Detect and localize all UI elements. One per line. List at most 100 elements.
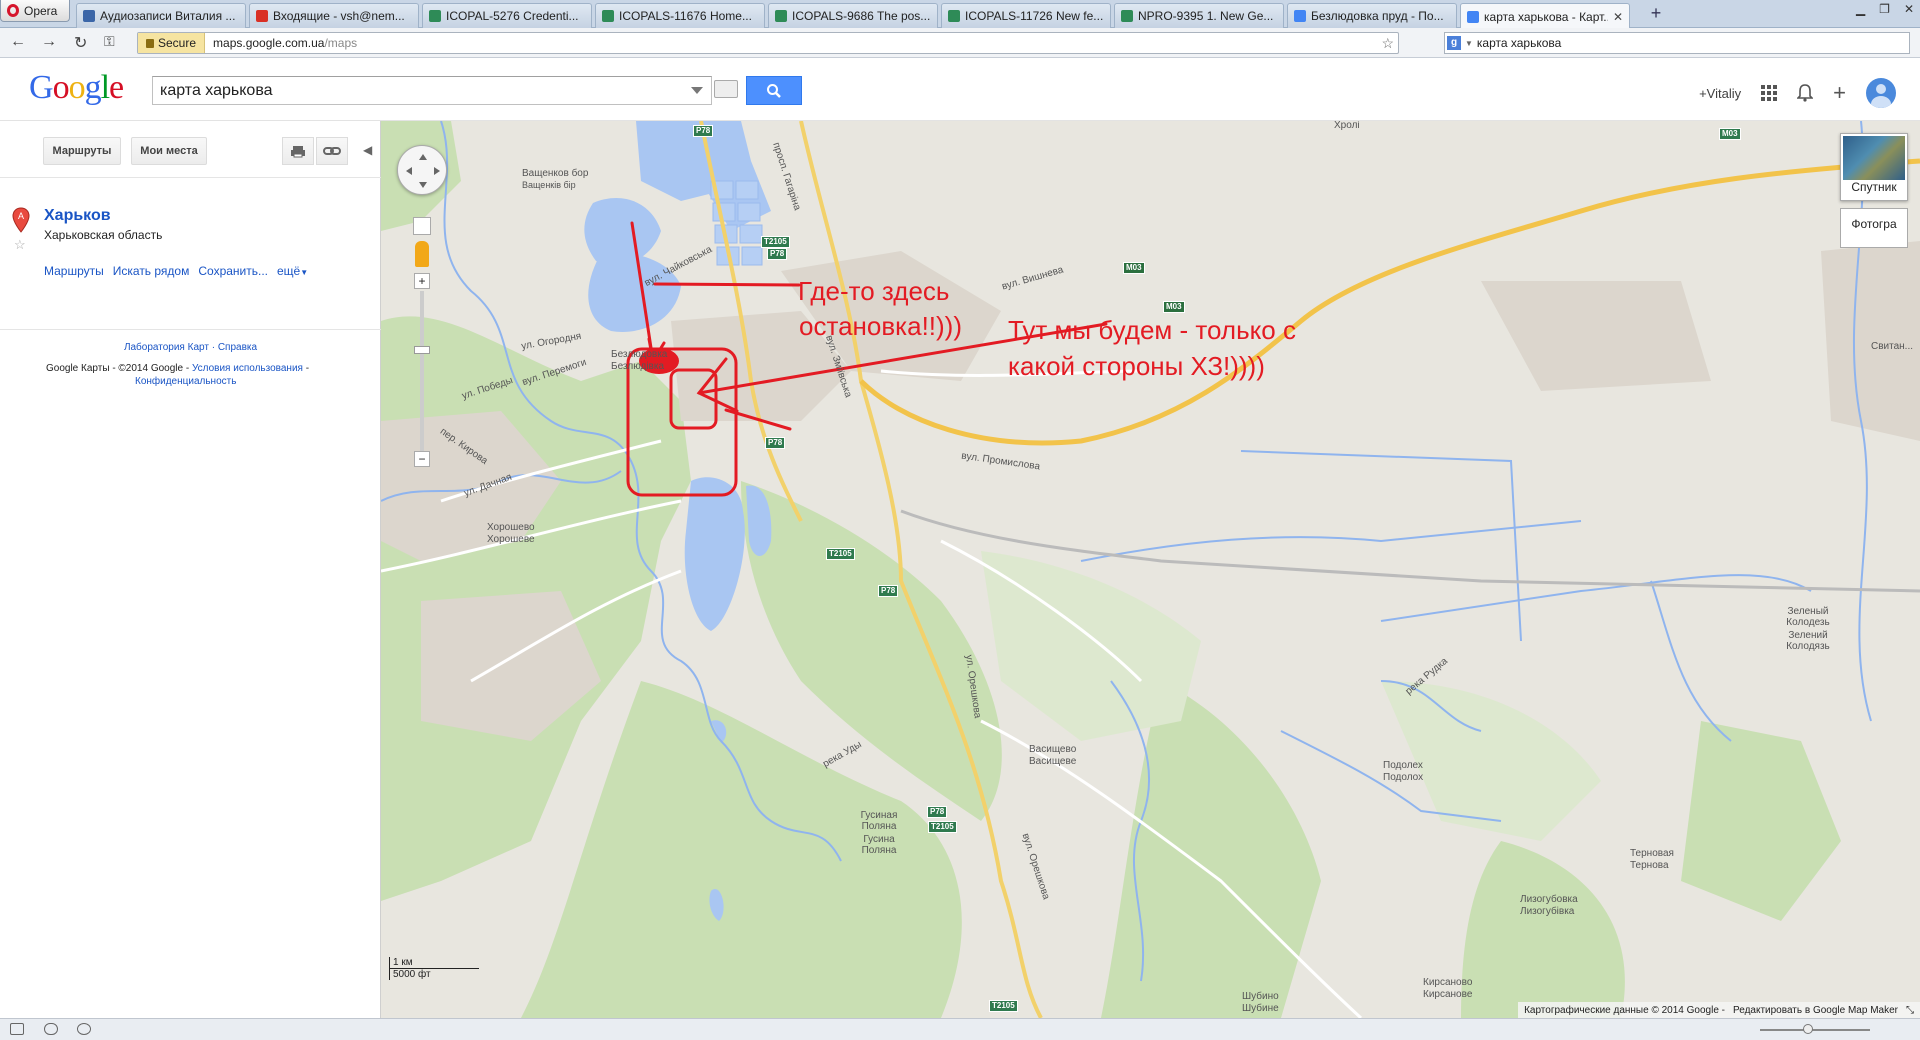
close-window-icon[interactable]: ✕ — [1904, 2, 1914, 16]
search-icon — [767, 83, 781, 98]
browser-search-field[interactable]: g ▼ карта харькова — [1444, 32, 1910, 54]
map-label: Лизогубовка — [1520, 894, 1578, 905]
road-shield: T2105 — [826, 548, 855, 560]
secure-badge[interactable]: Secure — [138, 33, 206, 53]
privacy-link[interactable]: Конфиденциальность — [135, 376, 236, 387]
pegman-icon[interactable] — [415, 241, 429, 267]
tab-favicon-icon — [1121, 10, 1133, 22]
map-label: Шубино — [1242, 991, 1279, 1002]
share-plus-icon[interactable]: + — [1833, 82, 1846, 104]
satellite-toggle[interactable]: Спутник — [1840, 133, 1908, 201]
result-subtitle: Харьковская область — [44, 228, 163, 242]
scale-bar: 1 км 5000 фт — [389, 957, 479, 980]
speed-icon[interactable] — [77, 1023, 91, 1035]
tab-title: карта харькова - Карт... — [1484, 9, 1608, 24]
tab-favicon-icon — [1467, 10, 1479, 23]
search-history-dropdown-icon[interactable] — [691, 87, 703, 94]
map-label: Ващенков бор — [522, 168, 589, 179]
zoom-track[interactable] — [420, 291, 424, 451]
pan-control[interactable] — [397, 145, 447, 195]
satellite-label: Спутник — [1851, 180, 1897, 194]
page-zoom-slider[interactable] — [1760, 1029, 1870, 1031]
road-shield: T2105 — [928, 821, 957, 833]
center-location-icon[interactable] — [413, 217, 431, 235]
print-icon[interactable] — [282, 137, 314, 165]
footer-legal: Google Карты - ©2014 Google - Условия ис… — [46, 363, 310, 387]
browser-tab[interactable]: ICOPALS-9686 The pos... — [768, 3, 938, 28]
google-plus-profile-link[interactable]: +Vitaliy — [1699, 86, 1741, 101]
footer-help-links[interactable]: Лаборатория Карт · Справка — [0, 342, 381, 353]
map-layer — [381, 121, 1920, 1018]
expand-icon[interactable]: ⤡ — [1906, 1005, 1914, 1016]
satellite-thumbnail — [1843, 136, 1905, 180]
forward-icon[interactable]: → — [41, 33, 57, 51]
footer-brand: Google Карты — [46, 363, 110, 374]
zoom-in-button[interactable]: + — [414, 273, 430, 289]
new-tab-button[interactable]: + — [1645, 4, 1667, 24]
key-icon[interactable]: ⚿ — [104, 33, 115, 50]
browser-tab[interactable]: Безлюдовка пруд - По... — [1287, 3, 1457, 28]
browser-tab[interactable]: ICOPALS-11726 New fe... — [941, 3, 1111, 28]
routes-button[interactable]: Маршруты — [43, 137, 121, 165]
photos-label: Фотогра — [1851, 217, 1897, 231]
chevron-down-icon: ▼ — [300, 268, 309, 277]
minimize-icon[interactable]: ▁ — [1856, 2, 1865, 16]
back-icon[interactable]: ← — [10, 33, 26, 51]
restore-icon[interactable]: ❐ — [1879, 2, 1890, 16]
result-routes-link[interactable]: Маршруты — [44, 264, 104, 278]
map-label: Гусиная Поляна — [860, 810, 898, 832]
browser-tab[interactable]: NPRO-9395 1. New Ge... — [1114, 3, 1284, 28]
panel-toggle-icon[interactable] — [10, 1023, 24, 1035]
save-star-icon[interactable]: ☆ — [14, 237, 26, 253]
reload-icon[interactable]: ↻ — [74, 33, 87, 53]
search-engine-icon[interactable]: g — [1447, 36, 1461, 50]
map-label: Ващенків бір — [522, 180, 576, 190]
google-logo[interactable]: Google — [29, 69, 124, 107]
map-label: Хролі — [1334, 121, 1360, 131]
opera-menu-button[interactable]: Opera — [0, 0, 70, 22]
apps-grid-icon[interactable] — [1761, 85, 1778, 101]
terms-link[interactable]: Условия использования — [192, 363, 303, 374]
close-tab-icon[interactable]: ✕ — [1613, 10, 1623, 24]
map-label: Зелений Колодязь — [1786, 630, 1830, 652]
url-text: maps.google.com.ua/maps — [205, 36, 357, 50]
divider — [0, 329, 381, 330]
map-canvas[interactable]: Ващенков бор Ващенків бір Безлюдовка Без… — [381, 121, 1920, 1018]
tab-title: NPRO-9395 1. New Ge... — [1138, 9, 1274, 23]
bookmark-star-icon[interactable]: ☆ — [1381, 35, 1394, 52]
result-title[interactable]: Харьков — [44, 207, 111, 225]
more-menu[interactable]: ещё▼ — [277, 264, 308, 278]
address-field[interactable]: Secure maps.google.com.ua/maps ☆ — [137, 32, 1399, 54]
scale-km: 1 км — [389, 957, 479, 969]
link-icon[interactable] — [316, 137, 348, 165]
notifications-bell-icon[interactable] — [1797, 84, 1814, 102]
opera-logo-icon — [7, 4, 19, 17]
avatar[interactable] — [1866, 78, 1896, 108]
pan-arrows-icon — [406, 154, 440, 188]
keyboard-icon[interactable] — [714, 80, 738, 98]
browser-tab[interactable]: ICOPALS-11676 Home... — [595, 3, 765, 28]
collapse-panel-icon[interactable]: ◀ — [363, 143, 372, 157]
page-zoom-handle[interactable] — [1803, 1024, 1813, 1034]
scale-ft: 5000 фт — [389, 969, 449, 980]
maps-search-button[interactable] — [746, 76, 802, 105]
map-maker-link[interactable]: Редактировать в Google Map Maker — [1733, 1005, 1898, 1016]
map-label: Хорошево — [487, 522, 535, 533]
maps-search-input[interactable]: карта харькова — [152, 76, 712, 105]
browser-tab[interactable]: Аудиозаписи Виталия ... — [76, 3, 246, 28]
my-places-button[interactable]: Мои места — [131, 137, 207, 165]
engine-dropdown-icon[interactable]: ▼ — [1465, 39, 1473, 48]
browser-tab[interactable]: карта харькова - Карт... ✕ — [1460, 3, 1630, 29]
logo-letter: o — [68, 69, 86, 106]
map-label: Шубине — [1242, 1003, 1279, 1014]
browser-tab[interactable]: ICOPAL-5276 Credenti... — [422, 3, 592, 28]
search-nearby-link[interactable]: Искать рядом — [113, 264, 190, 278]
photos-toggle[interactable]: Фотогра — [1840, 208, 1908, 248]
logo-letter: G — [29, 69, 54, 106]
save-link[interactable]: Сохранить... — [198, 264, 268, 278]
zoom-out-button[interactable]: − — [414, 451, 430, 467]
marker-a-icon[interactable]: A — [12, 207, 30, 233]
browser-tab[interactable]: Входящие - vsh@nem... — [249, 3, 419, 28]
zoom-slider-handle[interactable] — [414, 346, 430, 354]
cloud-icon[interactable] — [44, 1023, 58, 1035]
